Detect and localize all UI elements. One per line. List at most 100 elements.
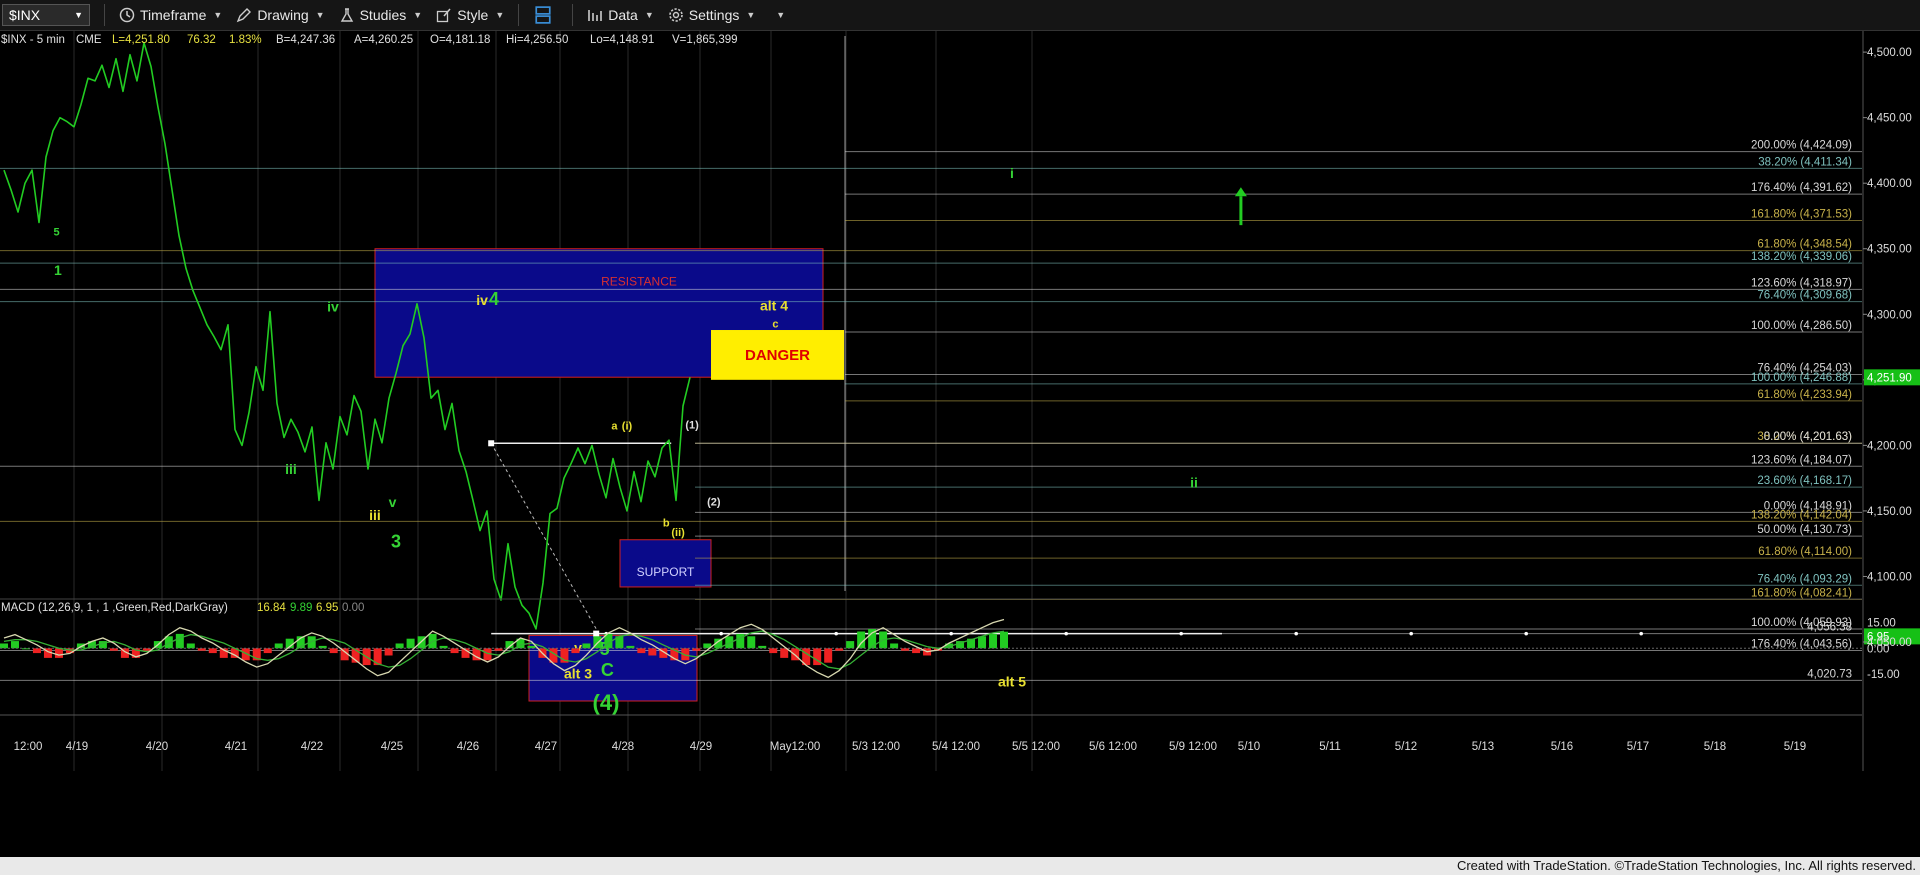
drawing-button[interactable]: Drawing ▼ (236, 7, 325, 23)
caret-down-icon: ▼ (746, 10, 756, 20)
macd-histogram-bar (450, 648, 459, 654)
baseline-marker (1639, 631, 1643, 636)
macd-histogram-bar (824, 648, 833, 663)
studies-button[interactable]: Studies ▼ (339, 7, 422, 23)
wave-label: alt 5 (998, 674, 1026, 690)
macd-histogram-bar (0, 643, 8, 649)
fib-level-label: 0.00% (4,201.63) (1764, 431, 1852, 443)
wave-label: a (611, 421, 618, 433)
overflow-button[interactable]: ▼ (769, 10, 785, 20)
macd-tick-label: -15.00 (1867, 669, 1900, 681)
fib-level-label: 23.60% (4,168.17) (1757, 475, 1852, 487)
macd-histogram-bar (989, 633, 998, 649)
x-tick-label: 4/26 (457, 741, 479, 753)
settings-button[interactable]: Settings ▼ (668, 7, 756, 23)
x-tick-label: 5/12 (1395, 741, 1417, 753)
wave-label: (i) (622, 421, 633, 433)
macd-histogram-bar (406, 638, 415, 649)
x-tick-label: 4/25 (381, 741, 403, 753)
header-change: 76.32 (187, 34, 216, 46)
wave-label: iv (476, 292, 488, 308)
x-tick-label: 5/18 (1704, 741, 1726, 753)
symbol-selector[interactable]: $INX ▼ (2, 4, 90, 26)
x-tick-label: May12:00 (770, 741, 821, 753)
wave-label: ii (1190, 474, 1198, 490)
style-label: Style (457, 7, 489, 23)
macd-histogram-bar (912, 648, 921, 654)
x-tick-label: 4/22 (301, 741, 323, 753)
wave-label: (4) (593, 690, 620, 715)
macd-histogram-bar (1000, 631, 1008, 649)
x-tick-label: 5/11 (1319, 741, 1341, 753)
macd-histogram-bar (384, 648, 393, 656)
header-exchange: CME (76, 34, 102, 46)
wave-label: 1 (54, 262, 62, 278)
fib-level-label: 61.80% (4,114.00) (1758, 546, 1852, 558)
footer-text: Created with TradeStation. ©TradeStation… (1456, 858, 1916, 873)
caret-down-icon: ▼ (644, 10, 654, 20)
macd-histogram-bar (186, 643, 195, 649)
fib-level-label: 123.60% (4,318.97) (1751, 277, 1852, 289)
baseline-marker (949, 631, 953, 636)
style-button[interactable]: Style ▼ (436, 7, 504, 23)
fib-level-label: 4,020.73 (1807, 668, 1852, 680)
data-button[interactable]: Data ▼ (587, 7, 654, 23)
x-tick-label: 4/27 (535, 741, 557, 753)
fib-level-label: 61.80% (4,233.94) (1757, 389, 1852, 401)
header-open: O=4,181.18 (430, 34, 490, 46)
wave-label: 5 (53, 227, 59, 239)
wave-label: (ii) (671, 527, 685, 539)
anchor-handle[interactable] (593, 630, 600, 637)
layout-icon (535, 6, 551, 24)
wave-label: iii (285, 461, 297, 477)
baseline-marker (1179, 631, 1183, 636)
macd-histogram-bar (571, 648, 580, 654)
gear-icon (668, 8, 683, 22)
header-volume: V=1,865,399 (672, 34, 738, 46)
style-icon (437, 8, 451, 23)
macd-histogram-bar (780, 648, 789, 658)
fib-level-label: 100.00% (4,246.88) (1751, 372, 1852, 384)
y-tick-label: 4,150.00 (1867, 506, 1912, 518)
macd-histogram-bar (747, 636, 756, 649)
fib-level-label: 50.00% (4,130.73) (1757, 524, 1852, 536)
wave-label: v (389, 494, 397, 510)
zone-box (619, 539, 712, 588)
wave-label: iv (327, 299, 339, 315)
chart-area[interactable]: RESISTANCE SUPPORT 200.00% (4,424.09) 38.2… (0, 31, 1920, 857)
toolbar-divider (518, 4, 520, 26)
header-low: Lo=4,148.91 (590, 34, 654, 46)
macd-histogram-bar (648, 648, 657, 656)
studies-label: Studies (359, 7, 407, 23)
macd-histogram-bar (263, 648, 272, 654)
toolbar: $INX ▼ Timeframe ▼ Drawing ▼ Studies ▼ Styl… (0, 0, 1920, 31)
wave-label: alt 4 (760, 297, 788, 313)
fib-level-label: 176.40% (4,391.62) (1751, 182, 1852, 194)
fib-level-label: 161.80% (4,082.41) (1751, 588, 1852, 600)
x-tick-label: 5/9 12:00 (1169, 741, 1217, 753)
macd-histogram-bar (32, 648, 41, 654)
clock-icon (119, 7, 135, 23)
fib-level-label: 138.20% (4,142.04) (1751, 509, 1852, 521)
timeframe-button[interactable]: Timeframe ▼ (119, 7, 222, 23)
macd-histogram-bar (54, 648, 63, 658)
fib-level-label: 76.40% (4,093.29) (1757, 573, 1852, 585)
drawing-label: Drawing (257, 7, 309, 23)
anchor-handle[interactable] (488, 440, 495, 447)
macd-histogram-bar (175, 633, 184, 649)
chevron-down-icon[interactable]: ▼ (74, 10, 83, 20)
caret-down-icon: ▼ (495, 10, 505, 20)
caret-down-icon: ▼ (315, 10, 325, 20)
baseline-marker (1524, 631, 1528, 636)
bar-chart-icon (588, 10, 603, 21)
fib-level-label: 161.80% (4,371.53) (1751, 209, 1852, 221)
fib-level-label: 138.20% (4,339.06) (1751, 251, 1852, 263)
wave-label: (1) (685, 419, 699, 431)
data-label: Data (608, 7, 638, 23)
y-tick-label: 4,050.00 (1867, 637, 1912, 649)
wave-label: v (574, 639, 582, 655)
settings-label: Settings (688, 7, 740, 23)
pencil-icon (237, 8, 252, 23)
x-tick-label: 4/28 (612, 741, 634, 753)
layout-toggle-button[interactable] (533, 6, 558, 24)
